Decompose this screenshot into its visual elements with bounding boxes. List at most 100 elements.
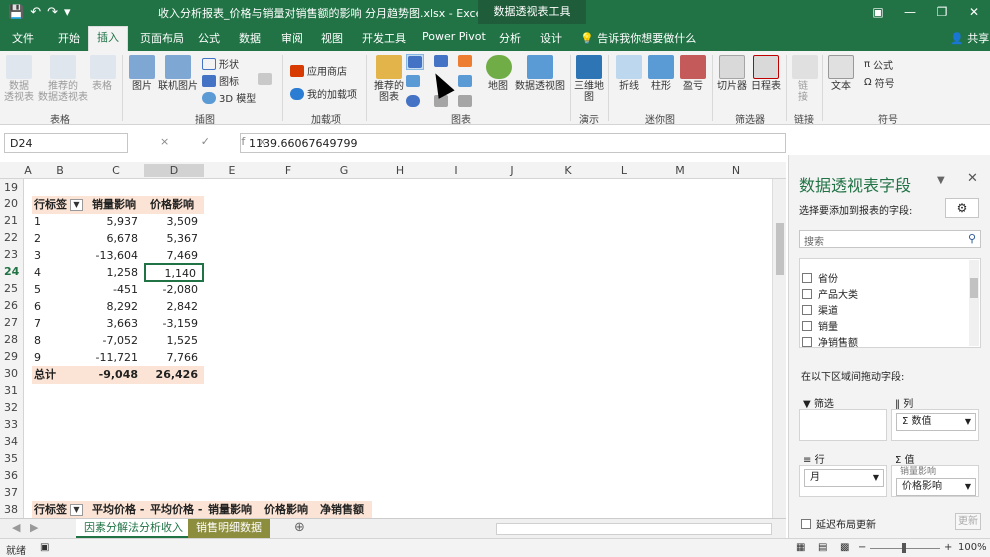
field-search-input[interactable]: 搜索 ⚲: [799, 230, 981, 248]
zoom-level[interactable]: 100%: [958, 542, 987, 553]
pivot-cell[interactable]: 3,509: [144, 213, 204, 231]
pivot-header-row-labels[interactable]: 行标签 ▼: [32, 196, 88, 214]
normal-view-icon[interactable]: ▦: [796, 542, 805, 553]
pivot2-header[interactable]: 销量影响: [204, 501, 260, 518]
save-icon[interactable]: 💾: [8, 5, 24, 20]
values-drop-area[interactable]: 销量影响 价格影响 ▼: [891, 465, 979, 497]
row-header[interactable]: 23: [4, 248, 18, 261]
pivot-total-label[interactable]: 总计: [32, 366, 88, 384]
redo-icon[interactable]: ↷: [47, 5, 58, 20]
row-header[interactable]: 20: [4, 197, 18, 210]
combo-chart-button[interactable]: [458, 55, 472, 67]
field-list[interactable]: 省份 产品大类 渠道 销量 净销售额: [799, 258, 981, 348]
pivot-cell[interactable]: 2,842: [144, 298, 204, 316]
columns-field-pill[interactable]: Σ 数值 ▼: [896, 413, 976, 431]
pivot-cell[interactable]: -11,721: [88, 349, 144, 367]
tab-page-layout[interactable]: 页面布局: [140, 30, 184, 46]
panel-options-dropdown-icon[interactable]: ▼: [937, 175, 945, 186]
row-header[interactable]: 28: [4, 333, 18, 346]
tab-analyze[interactable]: 分析: [499, 30, 521, 46]
undo-icon[interactable]: ↶: [30, 5, 41, 20]
column-header[interactable]: G: [316, 164, 372, 177]
column-header[interactable]: D: [144, 164, 204, 177]
column-chart-button[interactable]: [406, 54, 424, 70]
tab-power-pivot[interactable]: Power Pivot: [422, 30, 486, 43]
pivot-chart-button[interactable]: 数据透视图: [514, 55, 566, 92]
column-header[interactable]: A: [24, 164, 32, 177]
pivot-row-label[interactable]: 3: [32, 247, 88, 265]
field-checkbox[interactable]: [802, 272, 812, 283]
column-header[interactable]: C: [88, 164, 144, 177]
sparkline-column-button[interactable]: 柱形: [648, 55, 674, 92]
defer-layout-checkbox[interactable]: [801, 518, 811, 529]
shapes-button[interactable]: 形状: [202, 56, 239, 71]
zoom-in-icon[interactable]: +: [944, 542, 952, 553]
maps-button[interactable]: 地图: [486, 55, 512, 92]
pivot-total-cell[interactable]: 26,426: [144, 366, 204, 384]
page-layout-view-icon[interactable]: ▤: [818, 542, 827, 553]
pivot-cell[interactable]: 5,937: [88, 213, 144, 231]
pivot-cell[interactable]: 5,367: [144, 230, 204, 248]
tab-review[interactable]: 审阅: [281, 30, 303, 46]
chevron-down-icon[interactable]: ▼: [965, 479, 971, 495]
row-header[interactable]: 24: [4, 265, 19, 278]
page-break-view-icon[interactable]: ▩: [840, 542, 849, 553]
pivot2-header[interactable]: 平均价格 -: [88, 501, 144, 518]
field-item[interactable]: 销量: [802, 318, 838, 333]
pie-chart-button[interactable]: [406, 95, 420, 107]
filter-dropdown-icon[interactable]: ▼: [70, 504, 83, 516]
chevron-down-icon[interactable]: ▼: [873, 470, 879, 486]
pivot2-header[interactable]: 净销售额: [316, 501, 372, 518]
worksheet-grid[interactable]: 行标签 ▼ 销量影响 价格影响 1 5,937 3,509 2 6,678 5,3…: [24, 179, 772, 518]
column-header[interactable]: F: [260, 164, 316, 177]
macro-record-icon[interactable]: ▣: [40, 542, 49, 553]
pivot-cell[interactable]: -2,080: [144, 281, 204, 299]
pivot-row-label[interactable]: 9: [32, 349, 88, 367]
online-pictures-button[interactable]: 联机图片: [158, 55, 198, 92]
pivot-total-cell[interactable]: -9,048: [88, 366, 144, 384]
row-header[interactable]: 31: [4, 384, 18, 397]
text-button[interactable]: 文本: [828, 55, 854, 92]
sheet-tab-factor-analysis[interactable]: 因素分解法分析收入: [76, 519, 191, 538]
row-header[interactable]: 25: [4, 282, 18, 295]
column-header[interactable]: J: [484, 164, 540, 177]
next-sheet-icon[interactable]: ▶: [22, 519, 46, 538]
pivot-cell[interactable]: 7,766: [144, 349, 204, 367]
tab-data[interactable]: 数据: [239, 30, 261, 46]
sheet-tab-sales-detail[interactable]: 销售明细数据: [188, 519, 270, 538]
vertical-scrollbar[interactable]: [772, 179, 786, 518]
share-button[interactable]: 👤 共享: [950, 30, 989, 46]
pivot-cell[interactable]: 1,525: [144, 332, 204, 350]
sparkline-winloss-button[interactable]: 盈亏: [680, 55, 706, 92]
timeline-button[interactable]: 日程表: [750, 55, 782, 92]
pivot-cell[interactable]: 3,663: [88, 315, 144, 333]
filter-dropdown-icon[interactable]: ▼: [70, 199, 83, 211]
hierarchy-chart-button[interactable]: [434, 55, 448, 67]
row-header[interactable]: 30: [4, 367, 18, 380]
name-box[interactable]: D24: [4, 133, 128, 153]
values-field-pill[interactable]: 价格影响 ▼: [896, 478, 976, 496]
column-header[interactable]: I: [428, 164, 484, 177]
field-checkbox[interactable]: [802, 336, 812, 347]
customize-icon[interactable]: ▾: [64, 5, 71, 20]
scrollbar-thumb[interactable]: [776, 223, 784, 275]
tell-me-box[interactable]: 💡 告诉我你想要做什么: [580, 30, 696, 46]
icons-button[interactable]: 图标: [202, 73, 239, 88]
tab-formulas[interactable]: 公式: [198, 30, 220, 46]
zoom-out-icon[interactable]: −: [858, 542, 866, 553]
row-header[interactable]: 32: [4, 401, 18, 414]
pivot-row-label[interactable]: 7: [32, 315, 88, 333]
pivot-header[interactable]: 价格影响: [144, 196, 204, 214]
recommended-pivot-button[interactable]: 推荐的 数据透视表: [38, 55, 88, 103]
restore-icon[interactable]: ❐: [926, 0, 958, 24]
ribbon-display-icon[interactable]: ▣: [862, 0, 894, 24]
pivot2-header[interactable]: 价格影响: [260, 501, 316, 518]
pivot-row-label[interactable]: 1: [32, 213, 88, 231]
link-button[interactable]: 链 接: [792, 55, 818, 103]
scatter-chart-button[interactable]: [458, 75, 472, 87]
tab-view[interactable]: 视图: [321, 30, 343, 46]
pivot-row-label[interactable]: 2: [32, 230, 88, 248]
field-item[interactable]: 产品大类: [802, 286, 858, 301]
row-header[interactable]: 19: [4, 181, 18, 194]
tab-file[interactable]: 文件: [12, 30, 34, 46]
